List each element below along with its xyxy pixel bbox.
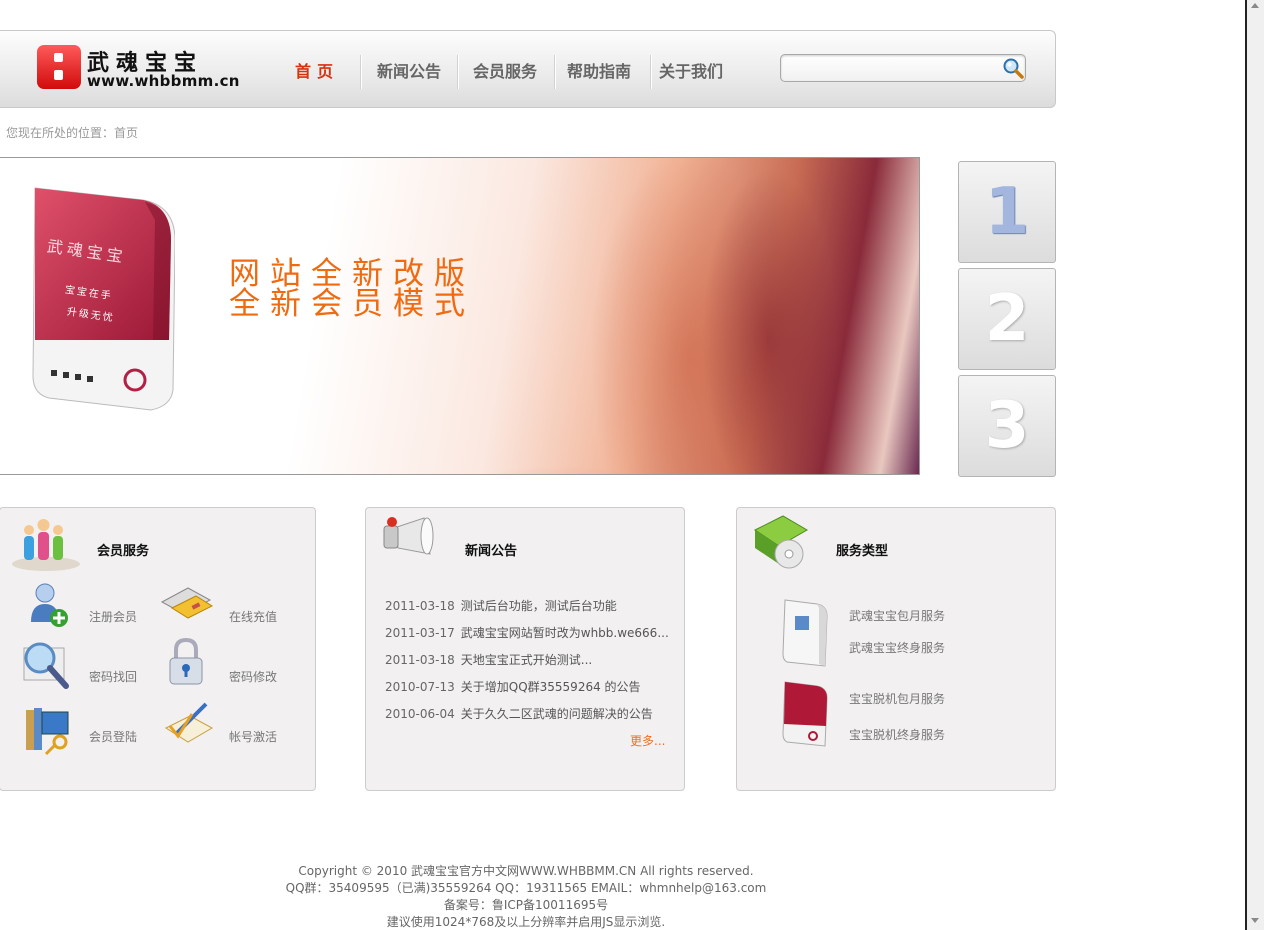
search-input[interactable] bbox=[785, 58, 999, 78]
vertical-scrollbar[interactable] bbox=[1245, 0, 1264, 930]
account-activation-link[interactable]: 帐号激活 bbox=[229, 728, 277, 745]
logo-url: www.whbbmm.cn bbox=[87, 72, 240, 90]
promo-banner[interactable]: 武魂宝宝 宝宝在手 升级无忧 网站全新改版 全新会员模式 bbox=[0, 157, 920, 475]
offline-monthly-link[interactable]: 宝宝脱机包月服务 bbox=[849, 690, 945, 707]
service-lifetime-link[interactable]: 武魂宝宝终身服务 bbox=[849, 639, 945, 656]
red-software-box-icon bbox=[782, 681, 828, 747]
news-item[interactable]: 2011-03-17 武魂宝宝网站暂时改为whbb.we666... bbox=[385, 624, 675, 641]
member-services-panel: 会员服务 注册会员 在线充值 密码找回 密码修改 会员登陆 帐号激活 bbox=[0, 507, 316, 791]
news-panel-title: 新闻公告 bbox=[465, 544, 518, 559]
members-group-icon bbox=[12, 519, 80, 571]
footer-copyright: Copyright © 2010 武魂宝宝官方中文网WWW.WHBBMM.CN … bbox=[298, 864, 754, 878]
lock-icon[interactable] bbox=[166, 636, 206, 688]
nav-member-services[interactable]: 会员服务 bbox=[461, 55, 549, 89]
nav-help[interactable]: 帮助指南 bbox=[555, 55, 643, 89]
magnifier-icon[interactable] bbox=[20, 638, 72, 692]
service-panel-title: 服务类型 bbox=[836, 544, 889, 559]
scroll-down-arrow-icon[interactable] bbox=[1251, 918, 1259, 923]
nav-divider bbox=[457, 55, 459, 89]
logo-mark-icon bbox=[37, 45, 81, 89]
footer-resolution-note: 建议使用1024*768及以上分辨率并启用JS显示浏览. bbox=[386, 915, 666, 929]
service-monthly-link[interactable]: 武魂宝宝包月服务 bbox=[849, 607, 945, 624]
offline-lifetime-link[interactable]: 宝宝脱机终身服务 bbox=[849, 726, 945, 743]
nav-news[interactable]: 新闻公告 bbox=[365, 55, 453, 89]
nav-home[interactable]: 首页 bbox=[279, 55, 355, 89]
news-panel: 新闻公告 2011-03-18 测试后台功能，测试后台功能 2011-03-17 武… bbox=[365, 507, 685, 791]
scroll-up-arrow-icon[interactable] bbox=[1251, 3, 1259, 8]
search-icon[interactable] bbox=[1002, 57, 1024, 79]
password-change-link[interactable]: 密码修改 bbox=[229, 668, 277, 685]
member-panel-title: 会员服务 bbox=[97, 544, 150, 559]
search-box bbox=[780, 54, 1026, 82]
banner-headline-2: 全新会员模式 bbox=[229, 286, 475, 322]
nav-divider bbox=[360, 55, 362, 89]
breadcrumb: 您现在所处的位置：首页 bbox=[6, 126, 139, 140]
add-user-icon[interactable] bbox=[28, 580, 70, 630]
news-more-link[interactable]: 更多... bbox=[630, 732, 665, 749]
login-books-icon[interactable] bbox=[22, 700, 74, 756]
news-item[interactable]: 2010-07-13 关于增加QQ群35559264 的公告 bbox=[385, 678, 675, 695]
credit-card-icon[interactable] bbox=[158, 584, 214, 624]
member-login-link[interactable]: 会员登陆 bbox=[89, 728, 137, 745]
slide-thumb-2[interactable]: 2 bbox=[958, 268, 1056, 370]
news-item[interactable]: 2011-03-18 测试后台功能，测试后台功能 bbox=[385, 597, 675, 614]
site-header: 武魂宝宝 www.whbbmm.cn 首页 新闻公告 会员服务 帮助指南 关于我… bbox=[0, 30, 1056, 108]
white-software-box-icon bbox=[782, 599, 828, 667]
megaphone-icon bbox=[383, 517, 434, 555]
online-recharge-link[interactable]: 在线充值 bbox=[229, 608, 277, 625]
pencil-activate-icon[interactable] bbox=[162, 698, 216, 750]
register-member-link[interactable]: 注册会员 bbox=[89, 608, 137, 625]
news-item[interactable]: 2010-06-04 关于久久二区武魂的问题解决的公告 bbox=[385, 705, 675, 722]
slide-thumb-1[interactable]: 1 bbox=[958, 161, 1056, 263]
slide-thumb-3[interactable]: 3 bbox=[958, 375, 1056, 477]
cd-case-icon bbox=[754, 515, 808, 569]
nav-about[interactable]: 关于我们 bbox=[647, 55, 735, 89]
news-item[interactable]: 2011-03-18 天地宝宝正式开始测试... bbox=[385, 651, 675, 668]
footer-contact: QQ群：35409595（已满)35559264 QQ：19311565 EMA… bbox=[285, 881, 767, 895]
password-recovery-link[interactable]: 密码找回 bbox=[89, 668, 137, 685]
service-types-panel: 服务类型 武魂宝宝包月服务 武魂宝宝终身服务 宝宝脱机包月服务 宝宝脱机终身服务 bbox=[736, 507, 1056, 791]
footer-icp: 备案号：鲁ICP备10011695号 bbox=[443, 898, 609, 912]
site-logo[interactable]: 武魂宝宝 www.whbbmm.cn bbox=[37, 45, 240, 91]
